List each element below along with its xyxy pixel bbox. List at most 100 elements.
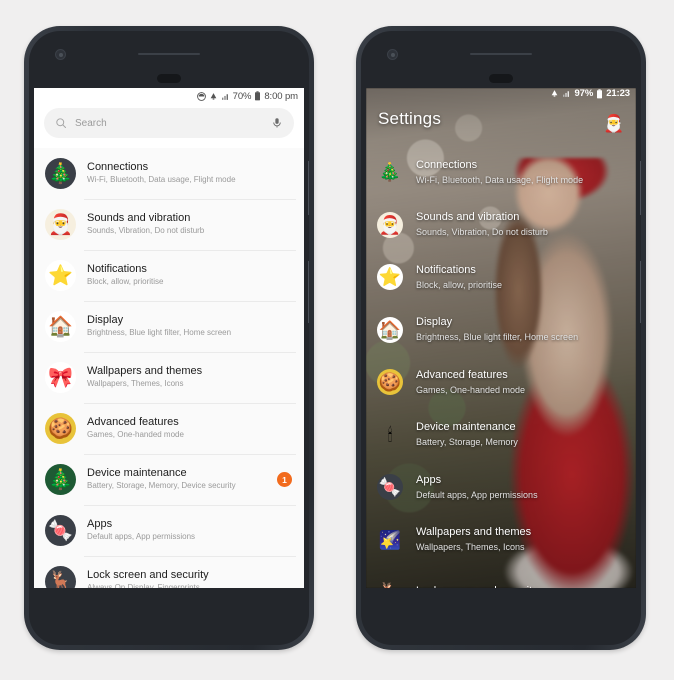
list-item-text: Advanced features Games, One-handed mode: [416, 369, 626, 396]
list-item-title: Wallpapers and themes: [416, 526, 532, 539]
list-item[interactable]: 🎄 Connections Wi-Fi, Bluetooth, Data usage…: [369, 146, 636, 199]
list-item[interactable]: 🏠 Display Brightness, Blue light filter, H…: [34, 301, 304, 352]
list-item-subtitle: Games, One-handed mode: [416, 384, 526, 395]
earpiece-speaker-slit: [138, 53, 200, 55]
phone-left-body: 70% 8:00 pm Search 🎄 Connections Wi-Fi, …: [29, 31, 309, 645]
reindeer-icon: 🦌: [45, 566, 76, 588]
list-item-text: Notifications Block, allow, prioritise: [87, 263, 292, 289]
microphone-icon[interactable]: [271, 117, 283, 129]
list-item-text: Display Brightness, Blue light filter, Ho…: [416, 316, 626, 343]
fireplace-icon: 🏠: [45, 311, 76, 342]
list-item-title: Notifications: [416, 263, 476, 276]
battery-icon: [596, 88, 603, 99]
christmas-tree-icon: 🎄: [378, 162, 402, 183]
gingerbread-icon: 🍪: [377, 369, 403, 396]
list-item-text: Device maintenance Battery, Storage, Memo…: [416, 421, 626, 448]
christmas-tree-icon: 🎄: [45, 158, 76, 189]
list-item[interactable]: 🦌 Lock screen and security Always On Displ…: [34, 556, 304, 588]
candy-cane-icon: 🍬: [377, 474, 403, 501]
list-item-subtitle: Default apps, App permissions: [416, 489, 538, 500]
candy-cane-icon: 🍬: [45, 515, 76, 546]
list-item-title: Apps: [416, 473, 442, 486]
earpiece-speaker-slit: [470, 53, 532, 55]
holly-berry-icon: 🎅: [45, 209, 76, 240]
list-item-title: Sounds and vibration: [87, 211, 191, 224]
phone-left: 70% 8:00 pm Search 🎄 Connections Wi-Fi, …: [24, 26, 314, 650]
list-item-text: Apps Default apps, App permissions: [416, 474, 626, 501]
power-button-right[interactable]: [640, 261, 641, 323]
list-item[interactable]: 🎀 Wallpapers and themes Wallpapers, Themes…: [34, 352, 304, 403]
list-item-text: Apps Default apps, App permissions: [87, 518, 292, 544]
list-item-text: Notifications Block, allow, prioritise: [416, 264, 626, 291]
volume-button-left[interactable]: [308, 161, 309, 215]
proximity-sensor-icon: [489, 74, 513, 83]
list-item-subtitle: Wi-Fi, Bluetooth, Data usage, Flight mod…: [87, 175, 236, 185]
search-icon: [55, 117, 67, 129]
list-item-subtitle: Sounds, Vibration, Do not disturb: [87, 226, 205, 236]
proximity-sensor-icon: [157, 74, 181, 83]
list-item-title: Advanced features: [87, 415, 179, 428]
list-item[interactable]: 🍪 Advanced features Games, One-handed mode: [34, 403, 304, 454]
status-bar-left: 70% 8:00 pm: [34, 88, 304, 104]
signal-icon: [562, 89, 571, 98]
list-item-title: Connections: [416, 158, 478, 171]
list-item[interactable]: 🌠 Wallpapers and themes Wallpapers, Themes…: [369, 514, 636, 567]
list-item-subtitle: Block, allow, prioritise: [416, 279, 503, 290]
clock-left: 8:00 pm: [264, 90, 298, 102]
list-item[interactable]: 🎅 Sounds and vibration Sounds, Vibration, …: [34, 199, 304, 250]
list-item-title: Notifications: [87, 262, 147, 275]
list-item[interactable]: 🏠 Display Brightness, Blue light filter, H…: [369, 304, 636, 357]
list-item-title: Display: [87, 313, 124, 326]
page-title: Settings: [378, 109, 442, 128]
settings-list-right[interactable]: 🎄 Connections Wi-Fi, Bluetooth, Data usage…: [366, 146, 636, 588]
dnd-icon: [196, 91, 206, 101]
star-icon: ⭐: [45, 260, 76, 291]
clock-right: 21:23: [606, 88, 630, 99]
search-input[interactable]: Search: [44, 108, 294, 138]
signal-icon: [221, 92, 230, 101]
list-item[interactable]: ⭐ Notifications Block, allow, prioritise: [369, 251, 636, 304]
settings-header: Settings 🎅: [366, 99, 636, 135]
list-item-subtitle: Wallpapers, Themes, Icons: [87, 379, 184, 389]
list-item-text: Lock screen and security Always On Displa…: [87, 569, 292, 588]
battery-percent-left: 70%: [232, 90, 252, 102]
list-item-subtitle: Sounds, Vibration, Do not disturb: [416, 227, 548, 238]
candle-icon: 🕯: [387, 424, 393, 445]
front-camera-icon: [55, 49, 66, 60]
list-item[interactable]: 🎅 Sounds and vibration Sounds, Vibration, …: [369, 199, 636, 252]
wreath-icon: 🎄: [45, 464, 76, 495]
status-badge: 1: [277, 472, 292, 487]
list-item[interactable]: 🦌 Lock screen and security: [369, 566, 636, 588]
settings-overlay: 97% 21:23 Settings 🎅 🎄 Connections Wi-Fi, …: [366, 88, 636, 588]
list-item-title: Sounds and vibration: [416, 211, 520, 224]
settings-list-left[interactable]: 🎄 Connections Wi-Fi, Bluetooth, Data usage…: [34, 148, 304, 588]
list-item-title: Advanced features: [416, 368, 508, 381]
list-item-subtitle: Block, allow, prioritise: [87, 277, 164, 287]
list-item-title: Apps: [87, 517, 113, 530]
list-item[interactable]: 🎄 Connections Wi-Fi, Bluetooth, Data usage…: [34, 148, 304, 199]
power-button-left[interactable]: [308, 261, 309, 323]
list-item[interactable]: 🎄 Device maintenance Battery, Storage, Mem…: [34, 454, 304, 505]
list-item[interactable]: ⭐ Notifications Block, allow, prioritise: [34, 250, 304, 301]
shooting-star-icon: 🌠: [378, 529, 402, 550]
list-item-subtitle: Battery, Storage, Memory: [416, 437, 518, 448]
list-item-subtitle: Default apps, App permissions: [87, 532, 196, 542]
list-item[interactable]: 🍬 Apps Default apps, App permissions: [34, 505, 304, 556]
list-item-title: Lock screen and security: [416, 585, 626, 588]
volume-button-right[interactable]: [640, 161, 641, 215]
battery-percent-right: 97%: [574, 88, 594, 99]
alarm-icon: [209, 92, 218, 101]
list-item-text: Connections Wi-Fi, Bluetooth, Data usage,…: [416, 159, 626, 186]
list-item[interactable]: 🍬 Apps Default apps, App permissions: [369, 461, 636, 514]
list-item-subtitle: Brightness, Blue light filter, Home scre…: [87, 328, 232, 338]
list-item-title: Display: [416, 316, 453, 329]
list-item-title: Lock screen and security: [87, 568, 209, 581]
list-item-title: Connections: [87, 160, 149, 173]
list-item[interactable]: 🕯 Device maintenance Battery, Storage, Mem…: [369, 409, 636, 462]
santa-chimney-icon[interactable]: 🎅: [602, 111, 626, 135]
battery-icon: [254, 91, 261, 101]
list-item[interactable]: 🍪 Advanced features Games, One-handed mode: [369, 356, 636, 409]
list-item-subtitle: Brightness, Blue light filter, Home scre…: [416, 332, 579, 343]
front-camera-icon: [387, 49, 398, 60]
phone-right-body: 97% 21:23 Settings 🎅 🎄 Connections Wi-Fi, …: [361, 31, 641, 645]
